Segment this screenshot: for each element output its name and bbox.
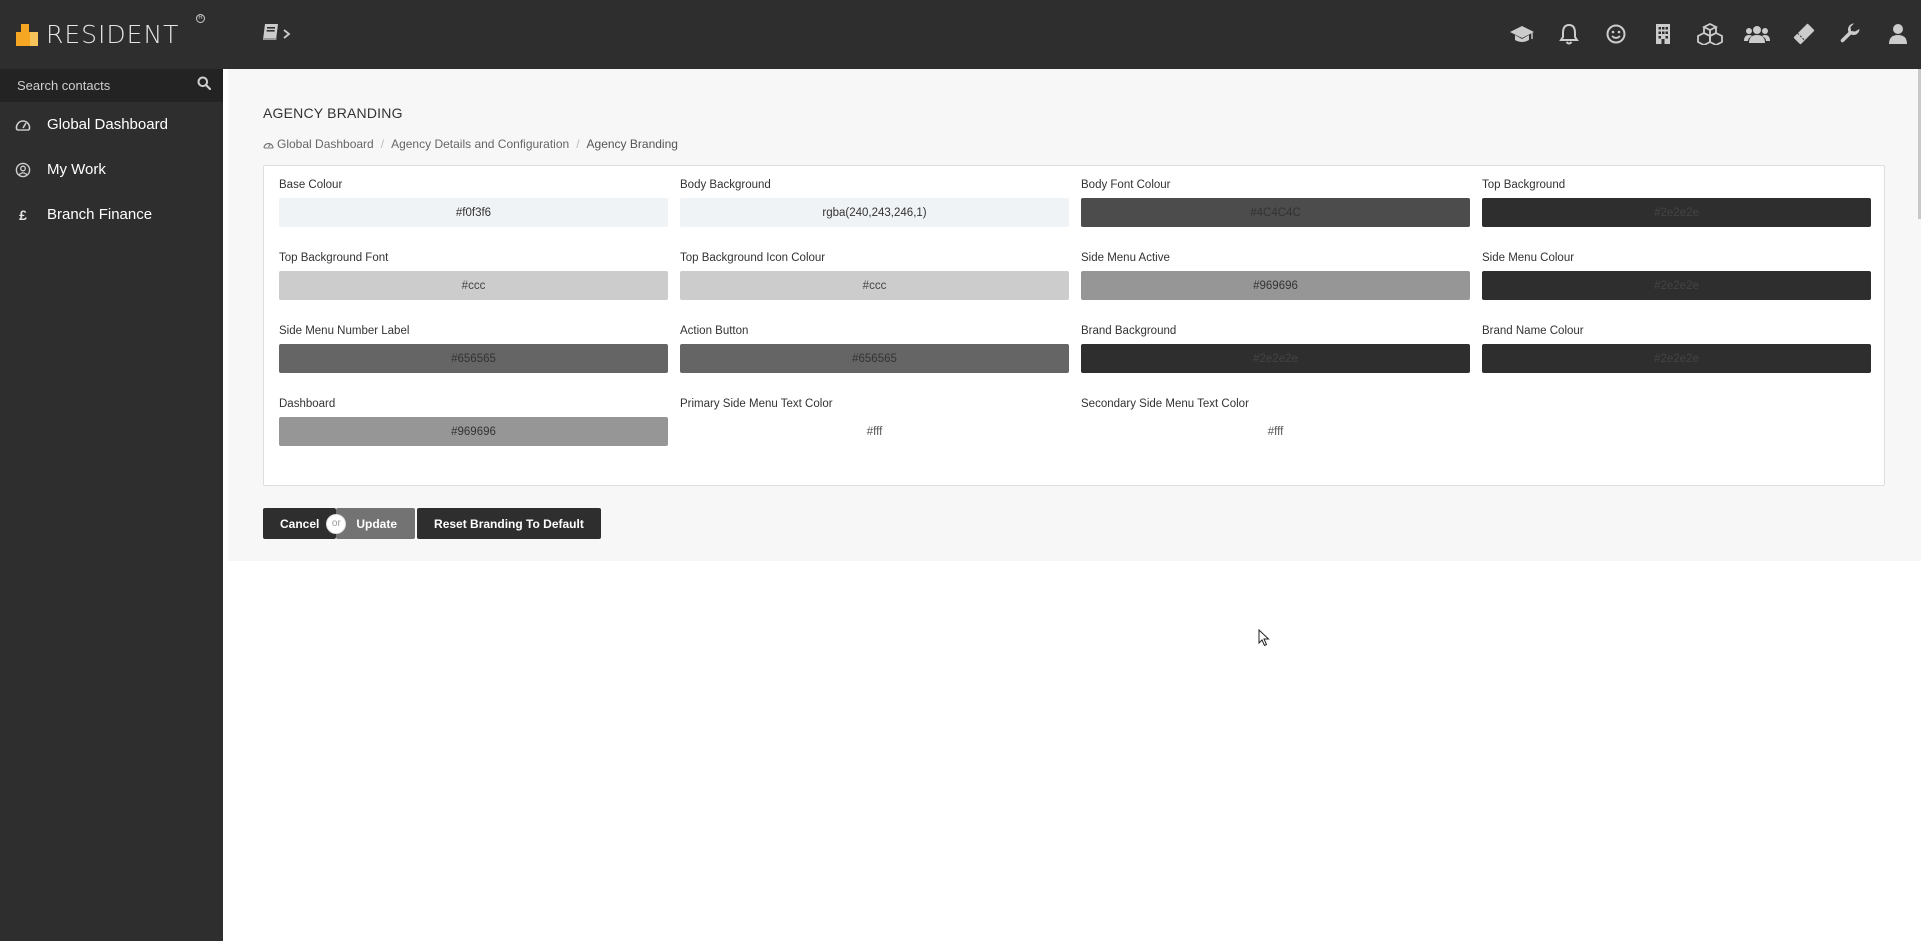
bell-icon[interactable]	[1545, 20, 1592, 48]
brand[interactable]: RESIDENT R	[0, 0, 223, 69]
color-input[interactable]: #2e2e2e	[1482, 271, 1871, 300]
user-circle-icon	[14, 162, 32, 178]
form-actions: Cancel or Update Reset Branding To Defau…	[263, 508, 601, 539]
book-icon	[261, 22, 283, 47]
color-input[interactable]: #2e2e2e	[1482, 344, 1871, 373]
sidebar: RESIDENT R Global Dashboard My Work £ Br…	[0, 0, 223, 941]
field-label: Secondary Side Menu Text Color	[1081, 398, 1249, 410]
logo-mark-icon	[16, 23, 38, 46]
breadcrumb-separator: /	[576, 137, 580, 151]
color-input[interactable]: #f0f3f6	[279, 198, 668, 227]
color-input[interactable]: #fff	[680, 417, 1069, 446]
breadcrumb: Global Dashboard / Agency Details and Co…	[263, 137, 678, 151]
user-icon[interactable]	[1874, 20, 1921, 48]
sidebar-item-label: My Work	[47, 161, 106, 178]
search-input[interactable]	[17, 78, 187, 93]
field-label: Body Background	[680, 179, 771, 191]
color-input[interactable]: #656565	[279, 344, 668, 373]
field-top-background-icon-colour: Top Background Icon Colour #ccc	[680, 252, 1069, 300]
top-bar	[223, 0, 1921, 69]
field-label: Brand Name Colour	[1482, 325, 1584, 337]
breadcrumb-current: Agency Branding	[586, 137, 678, 151]
or-separator: or	[326, 513, 347, 534]
ticket-icon[interactable]	[1780, 20, 1827, 48]
field-label: Top Background Icon Colour	[680, 252, 826, 264]
mouse-cursor-icon	[1258, 628, 1270, 652]
field-brand-name-colour: Brand Name Colour #2e2e2e	[1482, 325, 1871, 373]
color-input[interactable]: #fff	[1081, 417, 1470, 446]
cubes-icon[interactable]	[1686, 20, 1733, 48]
color-input[interactable]: #969696	[1081, 271, 1470, 300]
breadcrumb-global-dashboard[interactable]: Global Dashboard	[263, 137, 374, 151]
field-label: Side Menu Active	[1081, 252, 1170, 264]
branding-form: Base Colour #f0f3f6 Body Background rgba…	[263, 165, 1885, 486]
sidebar-nav: Global Dashboard My Work £ Branch Financ…	[0, 102, 223, 237]
graduation-cap-icon[interactable]	[1498, 20, 1545, 48]
color-input[interactable]: #4C4C4C	[1081, 198, 1470, 227]
field-base-colour: Base Colour #f0f3f6	[279, 179, 668, 227]
field-label: Top Background	[1482, 179, 1566, 191]
field-side-menu-colour: Side Menu Colour #2e2e2e	[1482, 252, 1871, 300]
field-label: Action Button	[680, 325, 749, 337]
update-button[interactable]: Update	[336, 508, 416, 539]
sidebar-item-label: Branch Finance	[47, 206, 153, 223]
breadcrumb-separator: /	[380, 137, 385, 151]
color-input[interactable]: #656565	[680, 344, 1069, 373]
field-primary-side-menu-text-color: Primary Side Menu Text Color #fff	[680, 398, 1069, 446]
field-label: Primary Side Menu Text Color	[680, 398, 833, 410]
color-input[interactable]: #2e2e2e	[1482, 198, 1871, 227]
wrench-icon[interactable]	[1827, 20, 1874, 48]
breadcrumb-agency-details[interactable]: Agency Details and Configuration	[391, 137, 569, 151]
field-label: Base Colour	[279, 179, 343, 191]
brand-name: RESIDENT	[46, 20, 180, 49]
field-secondary-side-menu-text-color: Secondary Side Menu Text Color #fff	[1081, 398, 1470, 446]
field-label: Body Font Colour	[1081, 179, 1171, 191]
users-icon[interactable]	[1733, 20, 1780, 48]
breadcrumb-label: Global Dashboard	[277, 137, 374, 151]
field-action-button: Action Button #656565	[680, 325, 1069, 373]
field-top-background: Top Background #2e2e2e	[1482, 179, 1871, 227]
registered-mark-icon: R	[196, 14, 205, 23]
search-bar	[0, 69, 223, 102]
field-label: Side Menu Colour	[1482, 252, 1575, 264]
sidebar-item-global-dashboard[interactable]: Global Dashboard	[0, 102, 223, 147]
chevron-right-icon	[283, 26, 291, 44]
field-dashboard: Dashboard #969696	[279, 398, 668, 446]
color-input[interactable]: rgba(240,243,246,1)	[680, 198, 1069, 227]
building-icon[interactable]	[1639, 20, 1686, 48]
dashboard-icon	[14, 118, 32, 132]
sidebar-item-my-work[interactable]: My Work	[0, 147, 223, 192]
top-icon-bar	[1498, 20, 1921, 48]
search-icon[interactable]	[197, 76, 212, 95]
menu-toggle-button[interactable]	[261, 22, 291, 47]
page-title: AGENCY BRANDING	[263, 105, 403, 121]
field-label: Dashboard	[279, 398, 336, 410]
field-brand-background: Brand Background #2e2e2e	[1081, 325, 1470, 373]
cancel-button[interactable]: Cancel	[263, 508, 337, 539]
pound-icon: £	[19, 206, 27, 223]
field-label: Brand Background	[1081, 325, 1177, 337]
reset-branding-button[interactable]: Reset Branding To Default	[417, 508, 601, 539]
sidebar-item-branch-finance[interactable]: £ Branch Finance	[0, 192, 223, 237]
color-input[interactable]: #ccc	[680, 271, 1069, 300]
dashboard-icon	[263, 140, 274, 149]
field-label: Side Menu Number Label	[279, 325, 410, 337]
color-input[interactable]: #969696	[279, 417, 668, 446]
field-side-menu-number-label: Side Menu Number Label #656565	[279, 325, 668, 373]
color-input[interactable]: #ccc	[279, 271, 668, 300]
smile-icon[interactable]	[1592, 20, 1639, 48]
field-label: Top Background Font	[279, 252, 389, 264]
main-content: AGENCY BRANDING Global Dashboard / Agenc…	[228, 69, 1921, 561]
field-top-background-font: Top Background Font #ccc	[279, 252, 668, 300]
color-input[interactable]: #2e2e2e	[1081, 344, 1470, 373]
field-side-menu-active: Side Menu Active #969696	[1081, 252, 1470, 300]
sidebar-item-label: Global Dashboard	[47, 116, 168, 133]
field-body-font-colour: Body Font Colour #4C4C4C	[1081, 179, 1470, 227]
field-body-background: Body Background rgba(240,243,246,1)	[680, 179, 1069, 227]
